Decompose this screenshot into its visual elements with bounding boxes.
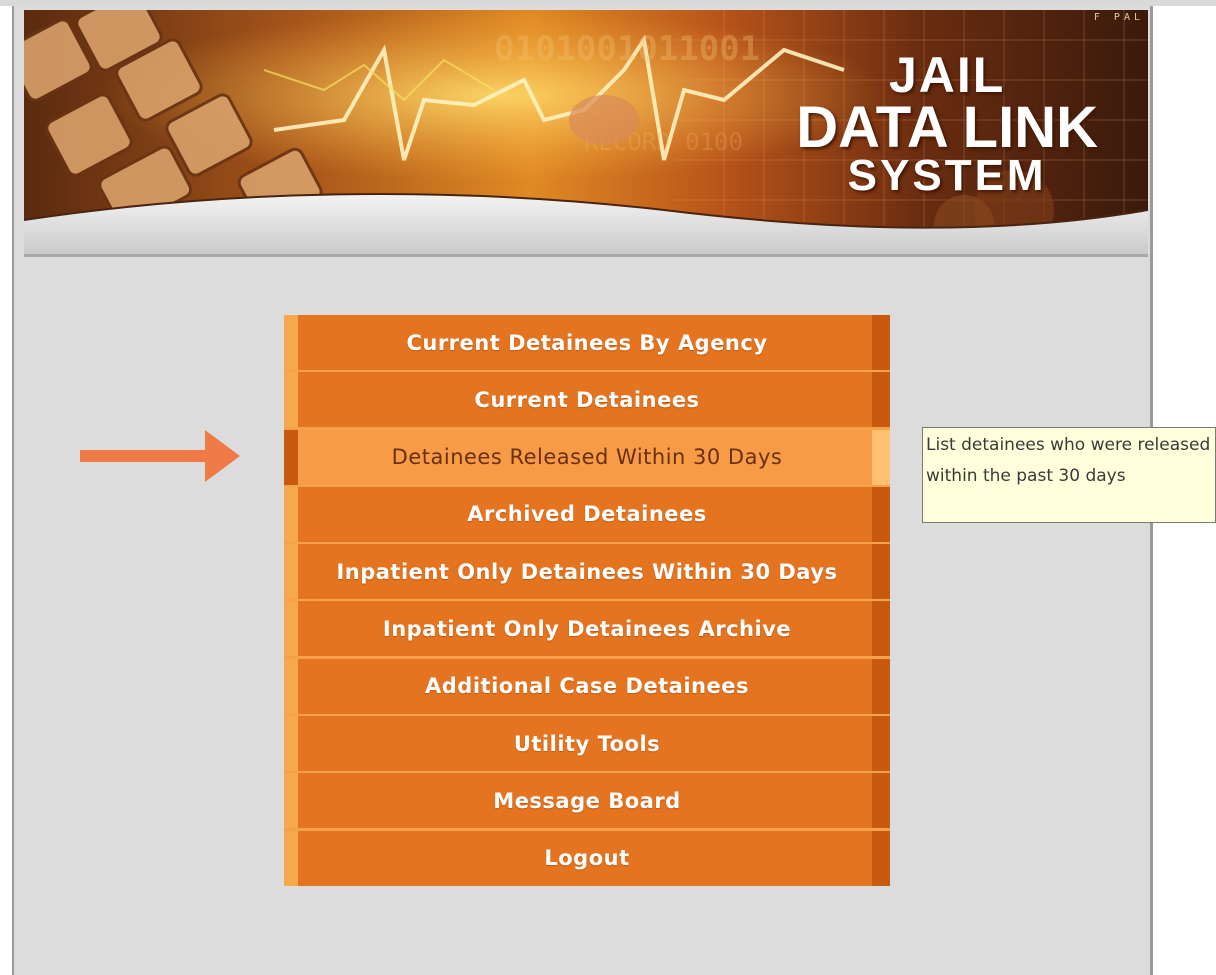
menu-item-label: Current Detainees bbox=[474, 387, 700, 412]
menu-item-logout[interactable]: Logout bbox=[284, 830, 890, 886]
menu-item-label: Inpatient Only Detainees Within 30 Days bbox=[336, 559, 838, 584]
menu-item-label: Archived Detainees bbox=[467, 502, 707, 527]
menu-item-message-board[interactable]: Message Board bbox=[284, 773, 890, 829]
menu-item-label: Message Board bbox=[493, 788, 681, 813]
menu-item-label: Additional Case Detainees bbox=[425, 674, 749, 699]
header-banner: 0101001011001 RECORD 0100 F PAL JAIL DAT… bbox=[24, 10, 1148, 255]
title-line-system: SYSTEM bbox=[847, 150, 1047, 200]
menu-item-label: Current Detainees By Agency bbox=[406, 330, 768, 355]
menu-item-detainees-released-within-30-days[interactable]: Detainees Released Within 30 Days bbox=[284, 429, 890, 485]
arrow-right-icon bbox=[80, 430, 240, 482]
menu-item-inpatient-only-detainees-archive[interactable]: Inpatient Only Detainees Archive bbox=[284, 601, 890, 657]
main-menu: Current Detainees By Agency Current Detai… bbox=[284, 315, 890, 886]
app-logo-title: JAIL DATA LINK SYSTEM bbox=[796, 47, 1098, 200]
title-line-jail: JAIL bbox=[888, 47, 1006, 103]
banner-corner-text: F PAL bbox=[1093, 12, 1144, 23]
menu-item-utility-tools[interactable]: Utility Tools bbox=[284, 716, 890, 772]
menu-item-label: Detainees Released Within 30 Days bbox=[391, 445, 783, 470]
menu-item-inpatient-only-detainees-within-30-days[interactable]: Inpatient Only Detainees Within 30 Days bbox=[284, 544, 890, 600]
menu-item-label: Utility Tools bbox=[513, 731, 661, 756]
menu-item-current-detainees-by-agency[interactable]: Current Detainees By Agency bbox=[284, 315, 890, 370]
menu-item-archived-detainees[interactable]: Archived Detainees bbox=[284, 486, 890, 542]
title-line-data-link: DATA LINK bbox=[796, 94, 1098, 160]
menu-item-label: Logout bbox=[544, 846, 630, 871]
banner-divider bbox=[24, 254, 1148, 257]
menu-item-additional-case-detainees[interactable]: Additional Case Detainees bbox=[284, 658, 890, 714]
svg-text:0101001011001: 0101001011001 bbox=[494, 29, 760, 69]
menu-item-current-detainees[interactable]: Current Detainees bbox=[284, 372, 890, 428]
menu-item-tooltip: List detainees who were released within … bbox=[922, 427, 1216, 523]
menu-item-label: Inpatient Only Detainees Archive bbox=[382, 616, 792, 641]
